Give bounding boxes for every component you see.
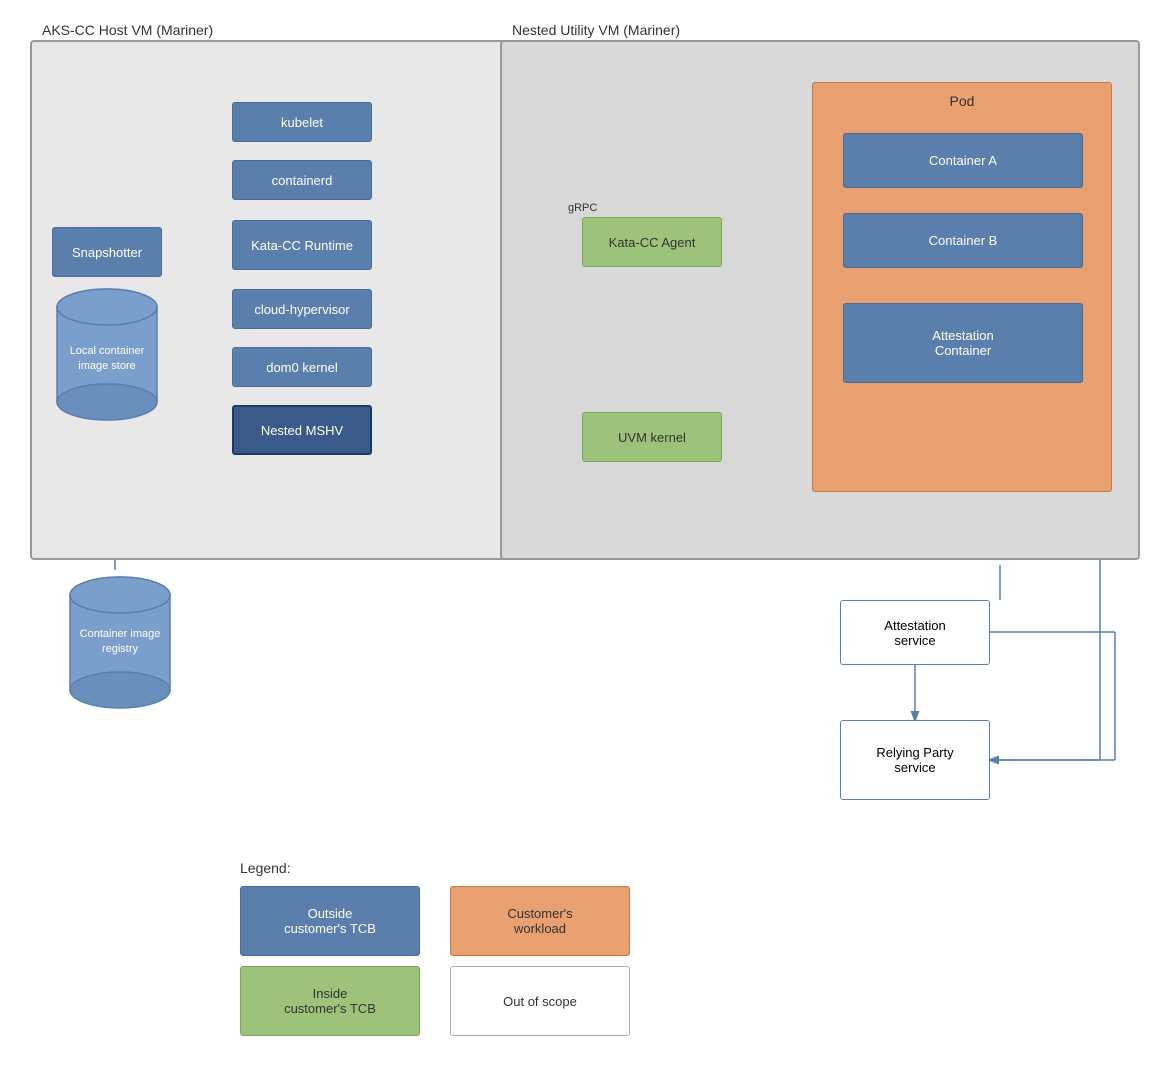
pod-label: Pod bbox=[813, 93, 1111, 109]
nested-utility-vm-box: Nested Utility VM (Mariner) Kata-CC Agen… bbox=[500, 40, 1140, 560]
nested-mshv-label: Nested MSHV bbox=[261, 423, 343, 438]
legend-inside-tcb: Insidecustomer's TCB bbox=[240, 966, 420, 1036]
diagram-container: AKS-CC Host VM (Mariner) Snapshotter Loc… bbox=[10, 10, 1149, 1076]
dom0-kernel-label: dom0 kernel bbox=[266, 360, 338, 375]
svg-text:registry: registry bbox=[102, 643, 139, 655]
legend: Legend: Outsidecustomer's TCB Customer's… bbox=[240, 860, 650, 1036]
legend-outside-tcb-label: Outsidecustomer's TCB bbox=[284, 906, 376, 936]
kubelet-label: kubelet bbox=[281, 115, 323, 130]
cloud-hypervisor-label: cloud-hypervisor bbox=[254, 302, 349, 317]
snapshotter-label: Snapshotter bbox=[72, 245, 142, 260]
legend-inside-tcb-label: Insidecustomer's TCB bbox=[284, 986, 376, 1016]
relying-party-service-box: Relying Party service bbox=[840, 720, 990, 800]
kata-cc-runtime-label: Kata-CC Runtime bbox=[251, 238, 353, 253]
legend-out-of-scope: Out of scope bbox=[450, 966, 630, 1036]
pod-box: Pod Container A Container B Attestation … bbox=[812, 82, 1112, 492]
kata-cc-agent-label: Kata-CC Agent bbox=[609, 235, 696, 250]
kubelet-box: kubelet bbox=[232, 102, 372, 142]
legend-grid: Outsidecustomer's TCB Customer'sworkload… bbox=[240, 886, 650, 1036]
legend-title: Legend: bbox=[240, 860, 650, 876]
aks-host-vm-box: AKS-CC Host VM (Mariner) Snapshotter Loc… bbox=[30, 40, 510, 560]
svg-text:Local container: Local container bbox=[70, 345, 145, 357]
svg-text:image store: image store bbox=[78, 360, 135, 372]
container-image-registry: Container image registry bbox=[65, 570, 165, 700]
aks-host-vm-label: AKS-CC Host VM (Mariner) bbox=[42, 22, 213, 38]
legend-customer-workload: Customer'sworkload bbox=[450, 886, 630, 956]
cloud-hypervisor-box: cloud-hypervisor bbox=[232, 289, 372, 329]
container-a-label: Container A bbox=[929, 153, 997, 168]
container-a-box: Container A bbox=[843, 133, 1083, 188]
grpc-label: gRPC bbox=[568, 202, 597, 214]
snapshotter-box: Snapshotter bbox=[52, 227, 162, 277]
container-b-label: Container B bbox=[929, 233, 998, 248]
uvm-kernel-label: UVM kernel bbox=[618, 430, 686, 445]
legend-outside-tcb: Outsidecustomer's TCB bbox=[240, 886, 420, 956]
attestation-service-box: Attestation service bbox=[840, 600, 990, 665]
kata-cc-agent-box: Kata-CC Agent bbox=[582, 217, 722, 267]
local-image-store: Local container image store bbox=[52, 282, 162, 422]
attestation-container-label: Attestation Container bbox=[932, 328, 993, 358]
containerd-label: containerd bbox=[272, 173, 333, 188]
nested-vm-label: Nested Utility VM (Mariner) bbox=[512, 22, 680, 38]
kata-cc-runtime-box: Kata-CC Runtime bbox=[232, 220, 372, 270]
legend-out-of-scope-label: Out of scope bbox=[503, 994, 577, 1009]
relying-party-service-label: Relying Party service bbox=[876, 745, 953, 775]
attestation-service-label: Attestation service bbox=[884, 618, 945, 648]
svg-text:Container image: Container image bbox=[80, 628, 161, 640]
uvm-kernel-box: UVM kernel bbox=[582, 412, 722, 462]
containerd-box: containerd bbox=[232, 160, 372, 200]
attestation-container-box: Attestation Container bbox=[843, 303, 1083, 383]
dom0-kernel-box: dom0 kernel bbox=[232, 347, 372, 387]
container-b-box: Container B bbox=[843, 213, 1083, 268]
legend-customer-workload-label: Customer'sworkload bbox=[507, 906, 572, 936]
nested-mshv-box: Nested MSHV bbox=[232, 405, 372, 455]
